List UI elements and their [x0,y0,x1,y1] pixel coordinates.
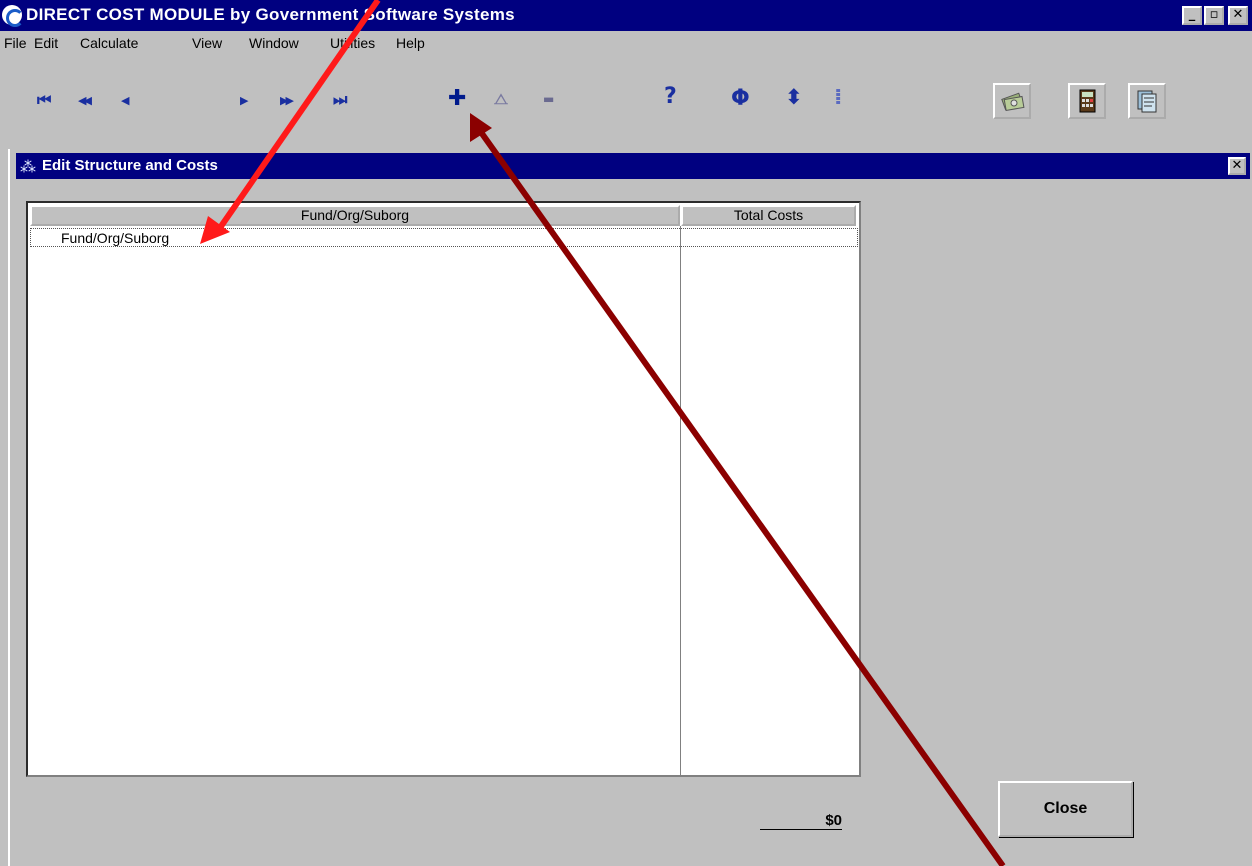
first-record-icon[interactable]: ⏮ [37,92,51,108]
calculator-button[interactable] [1068,83,1106,119]
close-child-button[interactable]: ✕ [1228,157,1246,175]
expand-icon[interactable]: ⬍ [785,87,803,108]
column-header-total-costs[interactable]: Total Costs [681,205,856,226]
last-record-icon[interactable]: ⏭ [333,92,347,108]
next-page-icon[interactable]: ▶▶ [280,95,294,106]
app-title: DIRECT COST MODULE by Government Softwar… [26,5,515,24]
previous-record-icon[interactable]: ◀ [121,95,129,106]
row-name-cell[interactable]: Fund/Org/Suborg [61,230,169,246]
app-icon[interactable] [2,5,24,27]
add-icon[interactable]: ✚ [448,88,466,110]
money-icon [1001,92,1025,112]
child-title-bar: ⁂ Edit Structure and Costs ✕ [16,153,1250,179]
column-divider [680,226,681,777]
menu-edit[interactable]: Edit [34,35,58,51]
calculator-icon [1079,89,1096,113]
previous-page-icon[interactable]: ◀◀ [78,95,92,106]
menu-bar: File Edit Calculate View Window Utilitie… [0,32,1252,56]
delete-icon[interactable]: ▬ [543,93,554,105]
menu-file[interactable]: File [4,35,27,51]
close-button[interactable]: Close [998,781,1133,837]
child-window-title: Edit Structure and Costs [42,157,218,174]
next-record-icon[interactable]: ▶ [240,95,248,106]
column-header-fund-org-suborg[interactable]: Fund/Org/Suborg [30,205,680,226]
money-button[interactable] [993,83,1031,119]
minimize-button[interactable]: _ [1182,6,1202,25]
toolbar: ⏮ ◀◀ ◀ ▶ ▶▶ ⏭ ✚ ⧍ ▬ ? Φ ⬍ ⁞ [0,56,1252,146]
reports-button[interactable] [1128,83,1166,119]
menu-view[interactable]: View [192,35,222,51]
structure-grid[interactable]: Fund/Org/Suborg Total Costs Fund/Org/Sub… [26,201,861,777]
maximize-button[interactable]: ▫ [1204,6,1224,25]
refresh-icon[interactable]: Φ [731,88,750,110]
help-icon[interactable]: ? [664,86,677,108]
menu-utilities[interactable]: Utilities [330,35,375,51]
reports-icon [1137,90,1157,113]
collapse-icon[interactable]: ⁞ [834,87,842,109]
menu-calculate[interactable]: Calculate [80,35,138,51]
insert-icon[interactable]: ⧍ [494,92,508,107]
menu-window[interactable]: Window [249,35,299,51]
table-row[interactable]: Fund/Org/Suborg [30,228,858,247]
structure-icon: ⁂ [20,159,36,176]
total-costs-value: $0 [760,812,842,830]
menu-help[interactable]: Help [396,35,425,51]
close-app-button[interactable]: ✕ [1228,6,1248,25]
app-title-bar: DIRECT COST MODULE by Government Softwar… [0,0,1252,31]
